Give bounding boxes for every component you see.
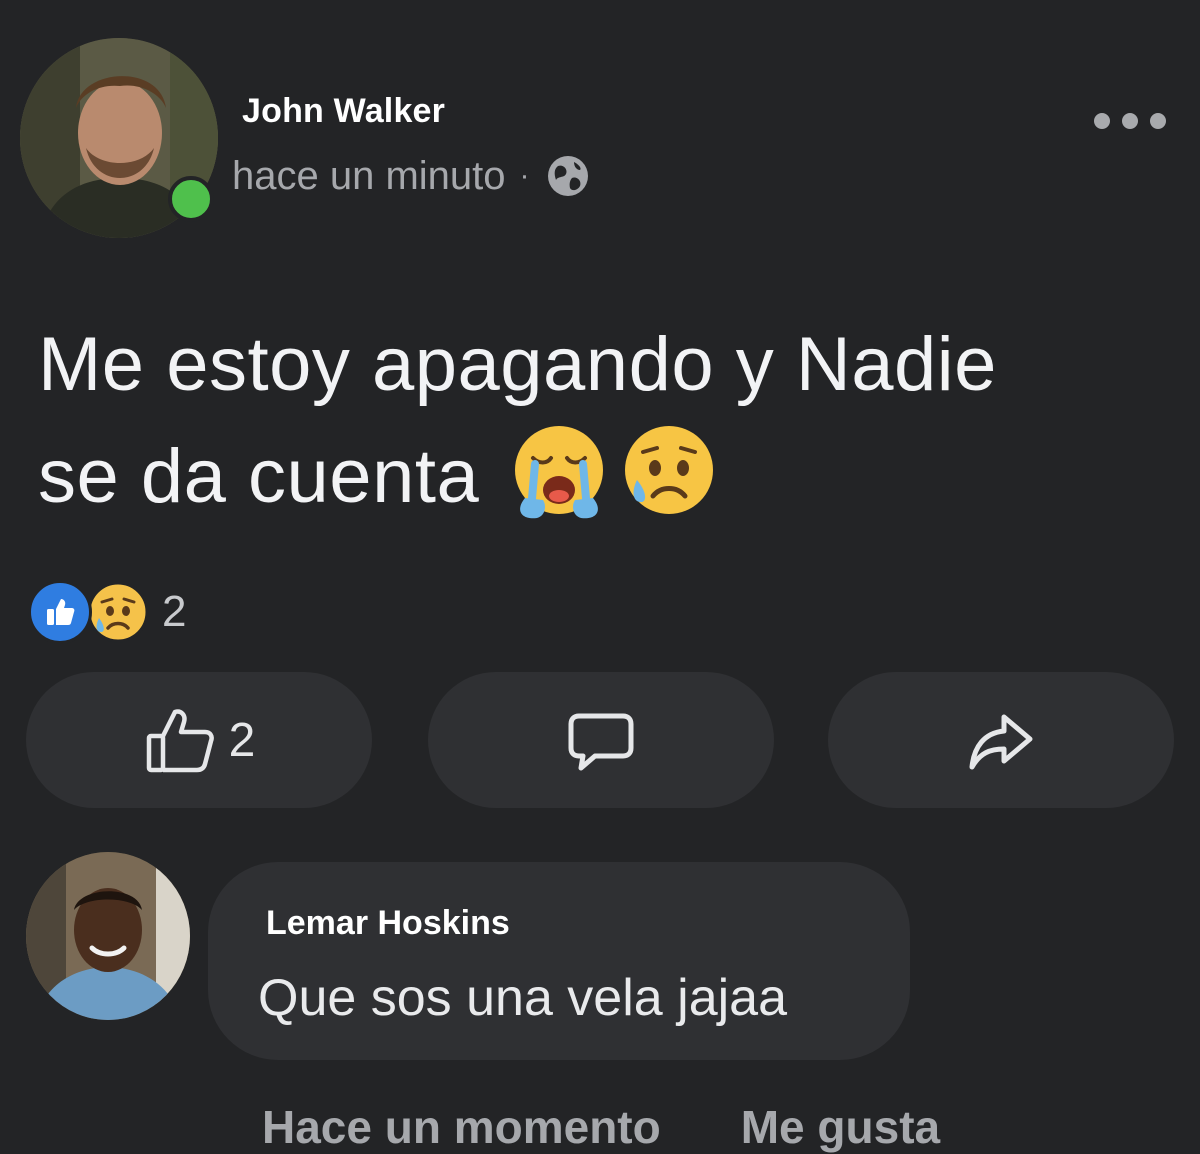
- post-timestamp[interactable]: hace un minuto: [232, 154, 506, 199]
- online-status-dot: [168, 176, 214, 222]
- share-icon: [964, 703, 1038, 777]
- like-reaction-icon: [28, 580, 92, 644]
- more-options-button[interactable]: [1094, 106, 1166, 136]
- author-name[interactable]: John Walker: [242, 92, 445, 131]
- post-text: Me estoy apagando y Nadie se da cuenta: [38, 310, 1178, 532]
- loudly-crying-face-icon: [507, 420, 611, 524]
- post: John Walker hace un minuto · Me estoy ap…: [0, 0, 1200, 1153]
- dot-icon: [1150, 113, 1166, 129]
- comment-author[interactable]: Lemar Hoskins: [266, 904, 510, 943]
- reaction-count: 2: [162, 587, 187, 636]
- commenter-avatar[interactable]: [26, 852, 190, 1020]
- globe-icon: [544, 152, 592, 200]
- comment-button[interactable]: [428, 672, 774, 808]
- thumbs-up-icon: [143, 702, 219, 778]
- meta-separator: ·: [519, 159, 530, 192]
- dot-icon: [1122, 113, 1138, 129]
- commenter-avatar-image: [26, 852, 190, 1020]
- comment-text: Que sos una vela jajaa: [258, 969, 788, 1027]
- post-meta: hace un minuto ·: [232, 152, 592, 200]
- sad-but-relieved-face-icon: [617, 420, 721, 524]
- like-button[interactable]: 2: [26, 672, 372, 808]
- post-text-line-1: Me estoy apagando y Nadie: [38, 322, 997, 407]
- comment-footer: Hace un momento Me gusta: [262, 1100, 940, 1154]
- reaction-summary[interactable]: 2: [28, 580, 186, 644]
- comment-icon: [565, 704, 637, 776]
- dot-icon: [1094, 113, 1110, 129]
- comment-time[interactable]: Hace un momento: [262, 1100, 661, 1154]
- comment-like-link[interactable]: Me gusta: [741, 1100, 940, 1154]
- like-count: 2: [228, 713, 256, 767]
- comment-bubble: Lemar Hoskins Que sos una vela jajaa: [208, 862, 910, 1060]
- sad-reaction-icon: [86, 580, 150, 644]
- share-button[interactable]: [828, 672, 1174, 808]
- post-text-line-2: se da cuenta: [38, 434, 480, 519]
